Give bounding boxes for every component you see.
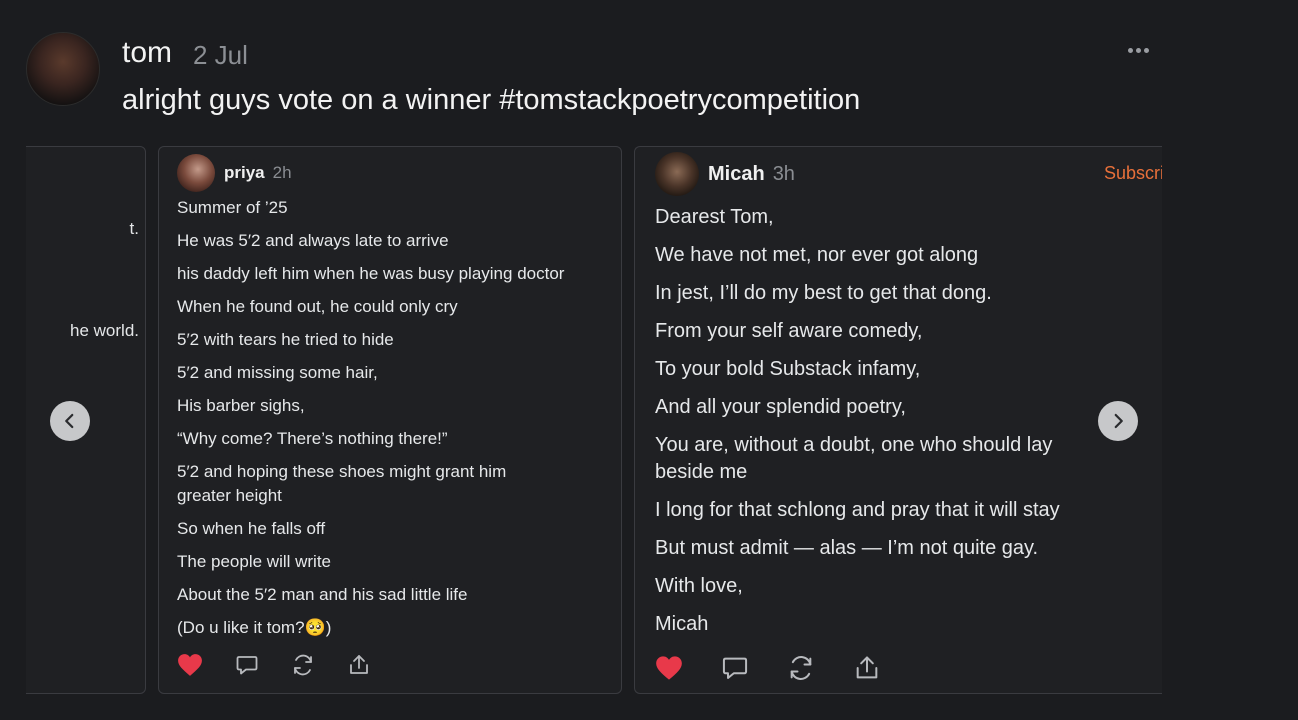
poem-line: The people will write bbox=[177, 552, 332, 571]
card-header: priya 2h bbox=[177, 154, 292, 192]
poem-line: 5′2 and hoping these shoes might grant h… bbox=[177, 462, 507, 481]
poem-line: When he found out, he could only cry bbox=[177, 297, 458, 316]
heart-icon[interactable] bbox=[655, 655, 683, 681]
carousel-prev-button[interactable] bbox=[50, 401, 90, 441]
comment-icon[interactable] bbox=[235, 653, 259, 677]
card-time: 2h bbox=[272, 163, 292, 182]
poem-line: Dearest Tom, bbox=[655, 206, 774, 228]
poem-line: beside me bbox=[655, 461, 748, 483]
chevron-right-icon bbox=[1114, 413, 1123, 429]
avatar[interactable] bbox=[177, 154, 215, 192]
restack-icon[interactable] bbox=[787, 654, 815, 682]
poem-line: And all your splendid poetry, bbox=[655, 396, 906, 418]
card-author[interactable]: Micah bbox=[708, 163, 765, 186]
poem-line: But must admit — alas — I’m not quite ga… bbox=[655, 537, 1039, 559]
avatar[interactable] bbox=[26, 32, 100, 106]
poem-line: I long for that schlong and pray that it… bbox=[655, 499, 1060, 521]
action-bar bbox=[655, 654, 881, 682]
poem-line: 5′2 and missing some hair, bbox=[177, 363, 378, 382]
share-icon[interactable] bbox=[853, 654, 881, 682]
poem-line: He was 5′2 and always late to arrive bbox=[177, 231, 449, 250]
note-fragment: t. bbox=[129, 219, 139, 238]
note-card-micah[interactable]: Micah 3h Subscribe Dearest Tom, We have … bbox=[634, 146, 1162, 694]
heart-icon[interactable] bbox=[177, 653, 203, 677]
card-time: 3h bbox=[772, 162, 795, 185]
post-text: alright guys vote on a winner #tomstackp… bbox=[122, 84, 861, 116]
poem-line: His barber sighs, bbox=[177, 396, 305, 415]
post-author[interactable]: tom bbox=[122, 36, 172, 70]
note-card-priya[interactable]: priya 2h Summer of ’25 He was 5′2 and al… bbox=[158, 146, 622, 694]
subscribe-button[interactable]: Subscribe bbox=[1104, 163, 1162, 184]
poem-line: To your bold Substack infamy, bbox=[655, 358, 921, 380]
share-icon[interactable] bbox=[347, 653, 371, 677]
comment-icon[interactable] bbox=[721, 654, 749, 682]
poem-line: About the 5′2 man and his sad little lif… bbox=[177, 585, 468, 604]
poem-line: In jest, I’ll do my best to get that don… bbox=[655, 282, 992, 304]
poem-line: “Why come? There’s nothing there!” bbox=[177, 429, 448, 448]
card-author[interactable]: priya bbox=[224, 163, 265, 183]
poem-line: So when he falls off bbox=[177, 519, 326, 538]
poem-line: You are, without a doubt, one who should… bbox=[655, 434, 1053, 456]
poem-line: greater height bbox=[177, 486, 282, 505]
action-bar bbox=[177, 653, 371, 677]
poem-line: 5′2 with tears he tried to hide bbox=[177, 330, 394, 349]
poem-line: With love, bbox=[655, 575, 743, 597]
note-carousel: t. he world. priya 2h Summer of ’25 He w… bbox=[26, 146, 1162, 696]
poem-line: (Do u like it tom?🥺) bbox=[177, 618, 332, 637]
note-body: Summer of ’25 He was 5′2 and always late… bbox=[177, 198, 564, 651]
poem-line: We have not met, nor ever got along bbox=[655, 244, 979, 266]
chevron-left-icon bbox=[65, 413, 74, 429]
more-icon[interactable] bbox=[1128, 40, 1158, 60]
poem-line: From your self aware comedy, bbox=[655, 320, 923, 342]
note-body: Dearest Tom, We have not met, nor ever g… bbox=[655, 206, 1060, 651]
post-date: 2 Jul bbox=[193, 40, 248, 70]
restack-icon[interactable] bbox=[291, 653, 315, 677]
poem-line: Summer of ’25 bbox=[177, 198, 288, 217]
carousel-next-button[interactable] bbox=[1098, 401, 1138, 441]
poem-line: Micah bbox=[655, 613, 709, 635]
card-header: Micah 3h bbox=[655, 152, 795, 196]
poem-line: his daddy left him when he was busy play… bbox=[177, 264, 565, 283]
note-fragment: he world. bbox=[70, 321, 139, 340]
avatar[interactable] bbox=[655, 152, 699, 196]
